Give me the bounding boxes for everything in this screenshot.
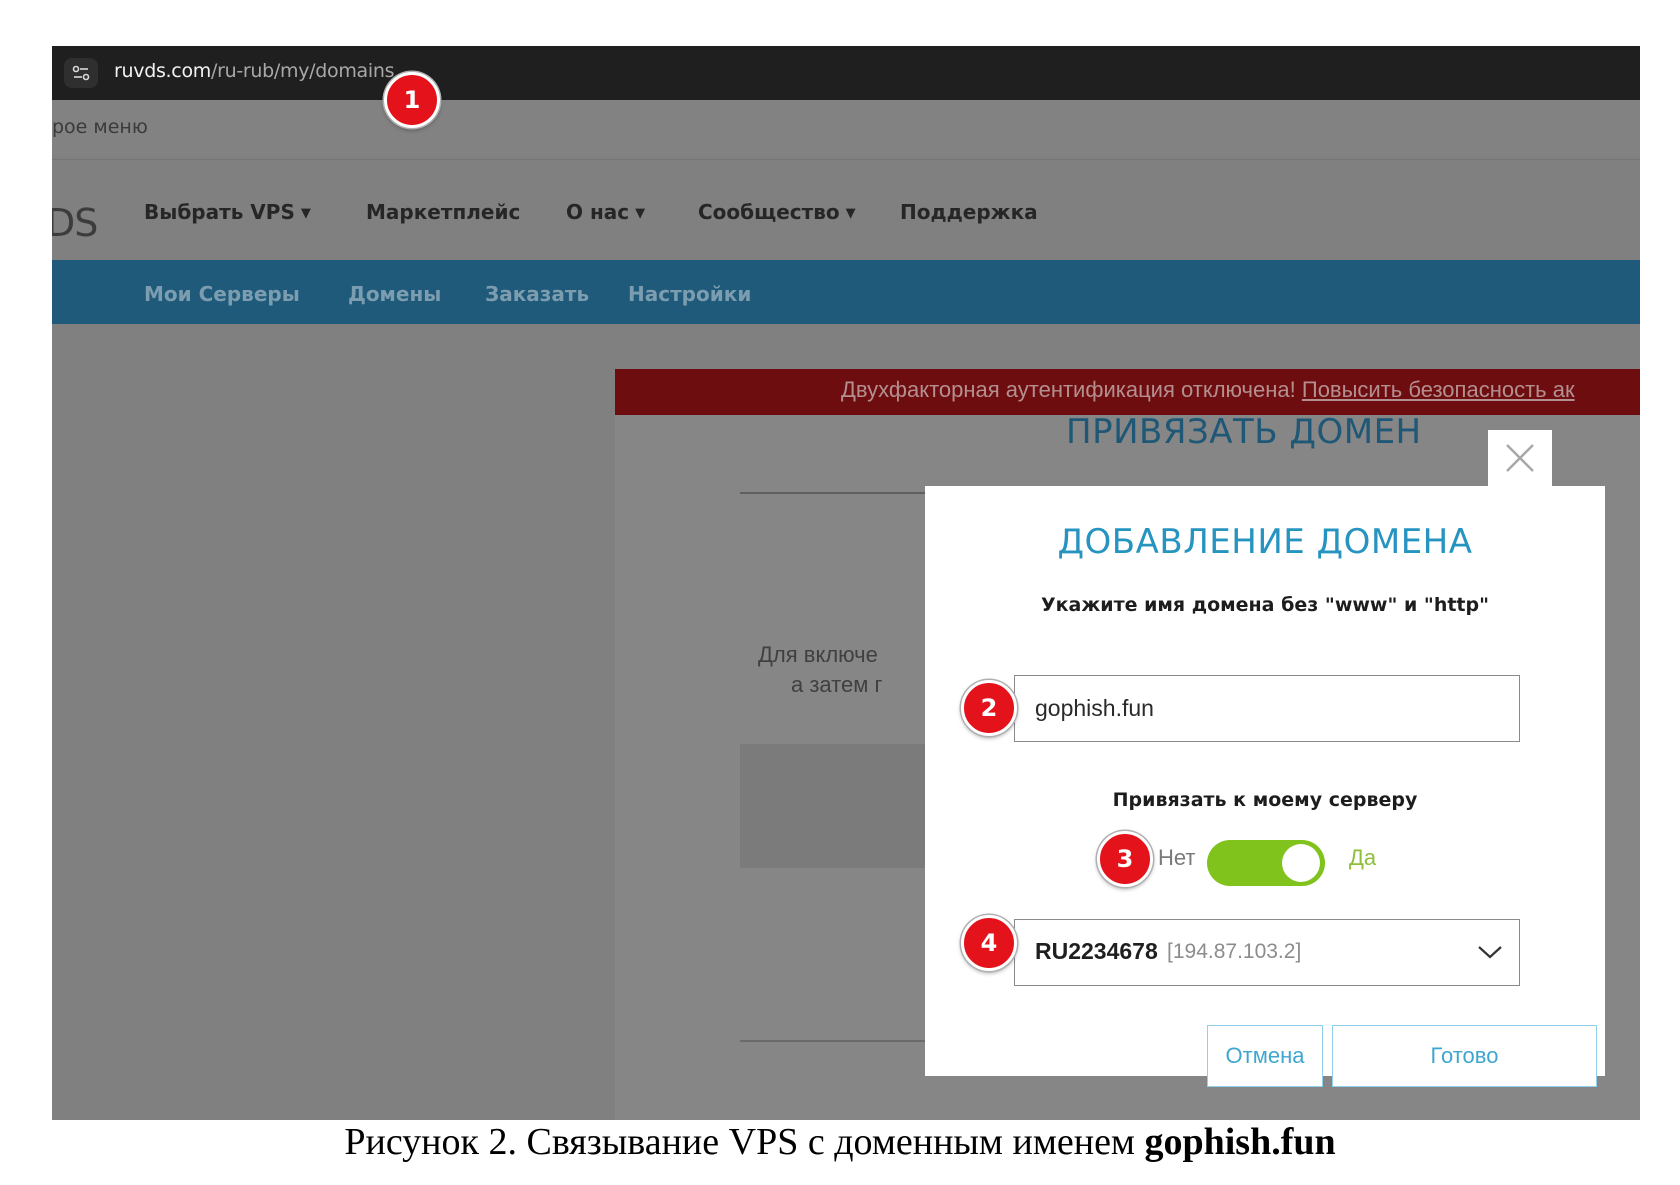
nav-label: Маркетплейс [366, 200, 521, 224]
domain-field-label: Укажите имя домена без "www" и "http" [1040, 594, 1490, 616]
add-domain-modal: ДОБАВЛЕНИЕ ДОМЕНА Укажите имя домена без… [925, 486, 1605, 1087]
toggle-on-label: Да [1349, 845, 1377, 870]
cancel-button[interactable]: Отмена [1207, 1025, 1323, 1087]
step-marker-3: 3 [1097, 831, 1153, 887]
caret-down-icon: ▼ [845, 206, 856, 221]
domain-input[interactable] [1014, 675, 1520, 742]
subnav-order[interactable]: Заказать [485, 282, 589, 306]
caret-down-icon: ▼ [300, 206, 311, 221]
subnav-my-servers[interactable]: Мои Серверы [144, 282, 300, 306]
nav-marketplace[interactable]: Маркетплейс [366, 200, 520, 224]
nav-label: О нас [566, 200, 630, 224]
step-marker-1: 1 [384, 72, 440, 128]
close-icon [1506, 444, 1534, 472]
alert-message: Двухфакторная аутентификация отключена! [841, 377, 1296, 402]
subnav-domains[interactable]: Домены [348, 282, 441, 306]
alert-security-link[interactable]: Повысить безопасность ак [1302, 377, 1575, 402]
caption-text: Рисунок 2. Связывание VPS с доменным име… [344, 1121, 1145, 1163]
toggle-off-label: Нет [1158, 845, 1196, 870]
top-menu-fragment[interactable]: рое меню [52, 116, 148, 138]
caption-domain: gophish.fun [1144, 1121, 1336, 1163]
site-logo[interactable]: DS [52, 201, 98, 245]
done-button[interactable]: Готово [1332, 1025, 1597, 1087]
nav-label: Выбрать VPS [144, 200, 295, 224]
server-ip: [194.87.103.2] [1167, 940, 1302, 963]
background-text-line: Для включе [758, 642, 878, 667]
caret-down-icon: ▼ [635, 206, 646, 221]
nav-label: Поддержка [900, 200, 1038, 224]
server-id: RU2234678 [1035, 938, 1158, 964]
close-modal-button[interactable] [1488, 430, 1552, 486]
background-text-line: а затем г [791, 672, 883, 697]
nav-community[interactable]: Сообщество ▼ [698, 200, 856, 224]
url-text[interactable]: ruvds.com/ru-rub/my/domains [114, 60, 395, 82]
step-marker-4: 4 [961, 915, 1017, 971]
background-page-title: ПРИВЯЗАТЬ ДОМЕН [1066, 412, 1422, 452]
nav-support[interactable]: Поддержка [900, 200, 1038, 224]
nav-choose-vps[interactable]: Выбрать VPS ▼ [144, 200, 311, 224]
top-strip [52, 100, 1640, 156]
browser-address-bar[interactable]: ruvds.com/ru-rub/my/domains [52, 46, 1640, 100]
modal-title: ДОБАВЛЕНИЕ ДОМЕНА [1057, 522, 1473, 562]
toggle-knob [1282, 844, 1320, 882]
subnav-settings[interactable]: Настройки [628, 282, 751, 306]
alert-text: Двухфакторная аутентификация отключена! … [841, 377, 1575, 403]
site-settings-icon[interactable] [64, 58, 98, 88]
bind-server-label: Привязать к моему серверу [1112, 789, 1418, 811]
chevron-down-icon [1478, 946, 1502, 959]
step-marker-2: 2 [961, 680, 1017, 736]
url-path: /ru-rub/my/domains [210, 60, 395, 82]
bind-server-toggle[interactable] [1207, 840, 1325, 886]
divider [52, 159, 1640, 160]
nav-about[interactable]: О нас ▼ [566, 200, 645, 224]
figure-caption: Рисунок 2. Связывание VPS с доменным име… [0, 1120, 1680, 1164]
nav-label: Сообщество [698, 200, 840, 224]
sub-nav-bar: Мои Серверы Домены Заказать Настройки [52, 260, 1640, 324]
server-select[interactable]: RU2234678 [194.87.103.2] [1014, 919, 1520, 986]
url-domain: ruvds.com [114, 60, 211, 82]
two-factor-alert: Двухфакторная аутентификация отключена! … [615, 369, 1640, 415]
